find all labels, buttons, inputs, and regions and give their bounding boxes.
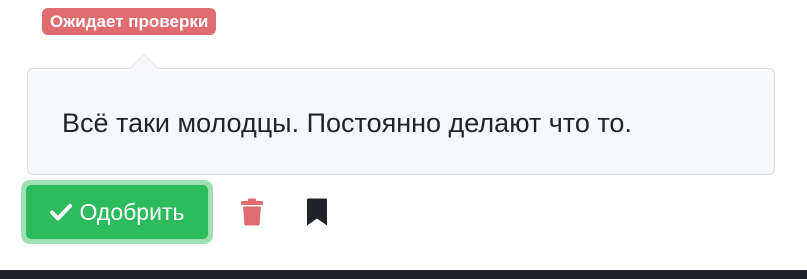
comment-text: Всё таки молодцы. Постоянно делают что т… [62,108,632,138]
approve-button-body[interactable]: Одобрить [26,185,208,239]
trash-icon[interactable] [240,198,264,226]
check-icon [49,203,72,221]
comment-bubble: Всё таки молодцы. Постоянно делают что т… [27,54,775,175]
status-badge: Ожидает проверки [42,8,217,35]
approve-label: Одобрить [79,198,185,225]
bubble-arrow [129,54,159,69]
bookmark-icon[interactable] [306,198,328,226]
footer-bar [0,270,807,279]
approve-button[interactable]: Одобрить [21,180,213,244]
